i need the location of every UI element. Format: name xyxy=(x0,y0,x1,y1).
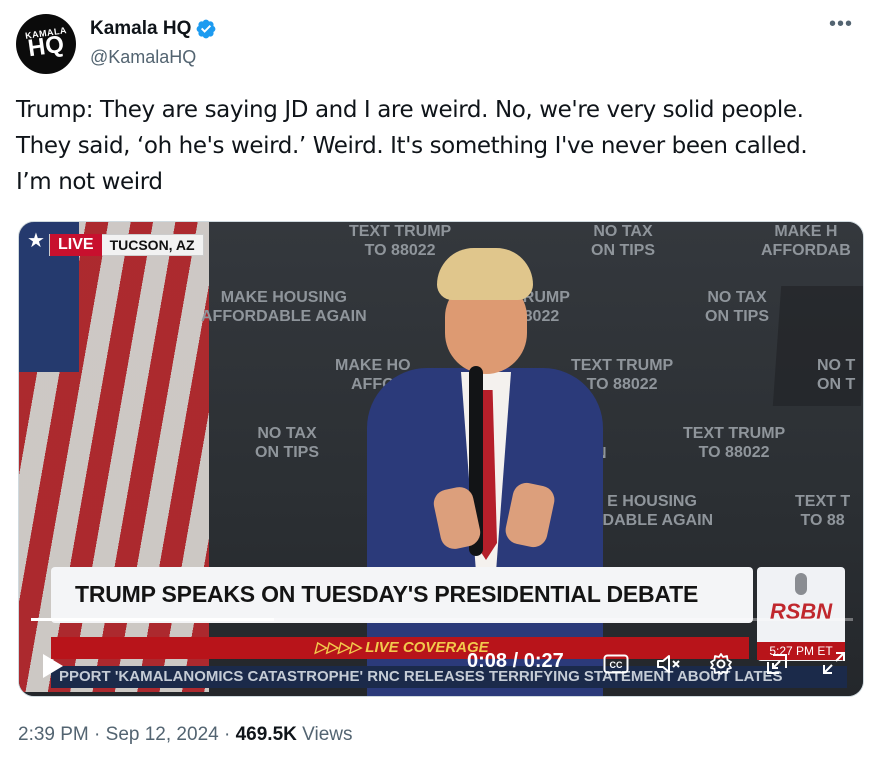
live-label: LIVE xyxy=(50,234,102,256)
display-name[interactable]: Kamala HQ xyxy=(90,18,191,40)
tweet-text: Trump: They are saying JD and I are weir… xyxy=(16,92,866,200)
svg-text:CC: CC xyxy=(610,660,623,670)
tweet-header: KAMALA HQ Kamala HQ @KamalaHQ ••• xyxy=(16,14,866,74)
avatar[interactable]: KAMALA HQ xyxy=(16,14,76,74)
tweet-meta: 2:39 PM · Sep 12, 2024 · 469.5K Views xyxy=(18,724,353,746)
tweet-line-3: I’m not weird xyxy=(16,169,163,195)
lower-third: TRUMP SPEAKS ON TUESDAY'S PRESIDENTIAL D… xyxy=(51,567,753,623)
star-icon: ★ xyxy=(27,230,45,252)
picture-in-picture-icon[interactable] xyxy=(765,652,789,676)
mute-icon[interactable] xyxy=(655,652,681,676)
meta-separator: · xyxy=(94,724,106,745)
name-row: Kamala HQ xyxy=(90,18,217,40)
network-name: RSBN xyxy=(769,599,833,624)
backdrop-sign-text: MAKE HOUSING AFFORDABLE AGAIN xyxy=(201,289,367,325)
play-icon[interactable] xyxy=(41,652,65,680)
handle[interactable]: @KamalaHQ xyxy=(90,47,196,68)
video-player[interactable]: TEXT TRUMP TO 88022 NO TAX ON TIPS MAKE H … xyxy=(18,221,864,697)
tweet-line-2: They said, ‘oh he's weird.’ Weird. It's … xyxy=(16,133,808,159)
post-date[interactable]: Sep 12, 2024 xyxy=(106,724,219,745)
location-label: TUCSON, AZ xyxy=(109,237,195,253)
backdrop-sign-text: NO TAX ON TIPS xyxy=(705,289,770,325)
post-time[interactable]: 2:39 PM xyxy=(18,724,89,745)
time-display: 0:08 / 0:27 xyxy=(467,650,564,672)
tweet-line-1: Trump: They are saying JD and I are weir… xyxy=(16,97,804,123)
speaker-hair xyxy=(437,248,533,300)
network-mic-icon xyxy=(795,573,807,595)
views-label: Views xyxy=(302,724,353,745)
speaker-figure xyxy=(349,248,619,696)
verified-badge-icon xyxy=(196,19,216,39)
backdrop-sign-text: NO T ON T xyxy=(817,357,856,393)
backdrop-sign-text: NO TAX ON TIPS xyxy=(255,425,320,461)
backdrop-sign-text: TEXT T TO 88 xyxy=(795,493,851,529)
fullscreen-icon[interactable] xyxy=(821,650,847,676)
captions-icon[interactable]: CC xyxy=(603,654,629,674)
meta-separator: · xyxy=(223,724,236,745)
more-options-icon[interactable]: ••• xyxy=(826,14,856,40)
video-controls: 0:08 / 0:27 CC xyxy=(19,646,863,696)
backdrop-sign-text: TEXT TRUMP TO 88022 xyxy=(683,425,786,461)
live-badge: LIVE TUCSON, AZ xyxy=(49,234,204,256)
video-frame: TEXT TRUMP TO 88022 NO TAX ON TIPS MAKE H … xyxy=(19,222,863,696)
progress-bar[interactable] xyxy=(31,618,853,621)
views-count: 469.5K xyxy=(235,724,297,745)
video-headline: TRUMP SPEAKS ON TUESDAY'S PRESIDENTIAL D… xyxy=(75,581,699,607)
backdrop-sign-text: MAKE H AFFORDAB xyxy=(761,223,851,259)
settings-gear-icon[interactable] xyxy=(709,652,733,676)
progress-fill xyxy=(31,618,275,621)
